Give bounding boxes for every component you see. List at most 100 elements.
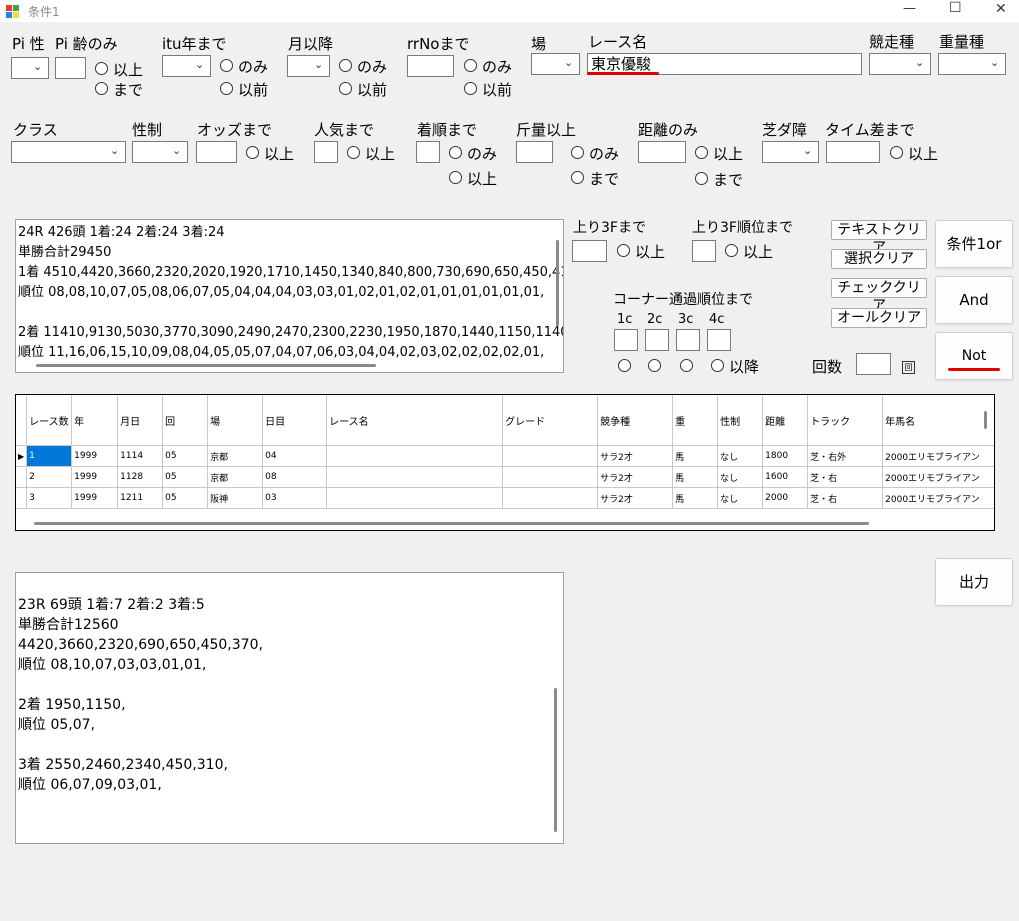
corner3-radio[interactable] [680,358,698,376]
dist-until-radio[interactable]: まで [695,171,743,189]
horizontal-scrollbar[interactable] [36,364,376,367]
column-header[interactable]: 競争種 [597,395,674,446]
itu-year-select[interactable]: ⌄ [162,55,211,77]
count-checkbox[interactable]: 回 [902,361,915,374]
table-cell[interactable]: 京都 [207,466,264,488]
all-clear-button[interactable]: オールクリア [831,308,927,328]
maximize-icon[interactable]: ☐ [949,0,962,16]
close-icon[interactable]: ✕ [995,1,1007,17]
table-cell[interactable]: 京都 [207,445,264,467]
turf-dirt-select[interactable]: ⌄ [762,141,819,163]
dist-above-radio[interactable]: 以上 [695,145,743,163]
row-header[interactable] [16,487,28,509]
table-cell[interactable]: なし [717,487,764,509]
table-cell[interactable]: 1999 [71,487,119,509]
corner-after-radio[interactable]: 以降 [711,358,759,376]
column-header[interactable]: グレード [502,395,599,446]
year-before-radio[interactable]: 以前 [220,81,268,99]
table-cell[interactable]: 3 [26,487,73,509]
table-row[interactable]: 2 1999 1128 05 京都 08 サラ2才馬なし 1600 芝・右 2000エリモブライア… [16,466,994,488]
pop-input[interactable] [314,141,338,163]
table-cell[interactable] [502,466,599,488]
table-cell[interactable]: 馬 [672,445,719,467]
finish-above-radio[interactable]: 以上 [449,170,497,188]
place-select[interactable]: ⌄ [531,53,580,75]
agari3f-input[interactable] [572,240,607,262]
table-cell[interactable] [326,487,504,509]
column-header[interactable]: 場 [207,395,264,446]
and-button[interactable]: And [935,276,1013,324]
table-cell[interactable] [326,466,504,488]
table-cell[interactable]: 1 [26,445,73,467]
class-select[interactable]: ⌄ [11,141,126,163]
month-after-select[interactable]: ⌄ [287,55,330,77]
table-cell[interactable]: 05 [162,445,209,467]
column-header[interactable]: トラック [807,395,884,446]
odds-input[interactable] [196,141,237,163]
table-cell[interactable]: 05 [162,487,209,509]
agari3f-rank-above-radio[interactable]: 以上 [725,243,773,261]
rr-only-radio[interactable]: のみ [464,58,512,76]
agari3f-above-radio[interactable]: 以上 [617,243,665,261]
table-cell[interactable]: なし [717,445,764,467]
month-only-radio[interactable]: のみ [339,58,387,76]
table-cell[interactable]: 1800 [762,445,809,467]
agari3f-rank-input[interactable] [692,240,716,262]
table-cell[interactable]: 2000エリモブライアン [882,466,994,488]
odds-above-radio[interactable]: 以上 [246,145,294,163]
table-cell[interactable]: サラ2才 [597,445,674,467]
weight-type-select[interactable]: ⌄ [938,53,1006,75]
table-cell[interactable]: 2000エリモブライアン [882,487,994,509]
table-cell[interactable] [502,487,599,509]
table-row[interactable]: ▶ 1 1999 1114 05 京都 04 サラ2才馬なし 1800 芝・右外 2000エリモブラ… [16,445,994,467]
column-header[interactable]: 回 [162,395,209,446]
table-cell[interactable]: 04 [262,445,328,467]
pi-age-input[interactable] [55,57,86,79]
weight-input[interactable] [516,141,553,163]
corner1-input[interactable] [614,329,638,351]
weight-until-radio[interactable]: まで [571,170,619,188]
column-header[interactable]: 日目 [262,395,328,446]
table-cell[interactable]: 1128 [117,466,164,488]
corner4-input[interactable] [707,329,731,351]
table-cell[interactable]: なし [717,466,764,488]
select-clear-button[interactable]: 選択クリア [831,249,927,269]
weight-only-radio[interactable]: のみ [571,145,619,163]
table-cell[interactable]: 阪神 [207,487,264,509]
month-before-radio[interactable]: 以前 [339,81,387,99]
count-input[interactable] [856,353,891,375]
column-header[interactable]: 性制 [717,395,764,446]
table-cell[interactable]: 芝・右 [807,487,884,509]
table-cell[interactable]: 2000 [762,487,809,509]
distance-input[interactable] [638,141,686,163]
time-above-radio[interactable]: 以上 [890,145,938,163]
corner3-input[interactable] [676,329,700,351]
sex-rule-select[interactable]: ⌄ [132,141,188,163]
pop-above-radio[interactable]: 以上 [347,145,395,163]
column-header[interactable]: レース数 [26,395,73,446]
column-header[interactable]: 重 [672,395,719,446]
column-header[interactable]: 月日 [117,395,164,446]
output-button[interactable]: 出力 [935,558,1013,606]
finish-only-radio[interactable]: のみ [449,145,497,163]
time-diff-input[interactable] [826,141,880,163]
table-cell[interactable]: 芝・右外 [807,445,884,467]
pi-sex-select[interactable]: ⌄ [11,57,49,79]
table-cell[interactable]: 08 [262,466,328,488]
table-cell[interactable]: 1211 [117,487,164,509]
table-cell[interactable]: 03 [262,487,328,509]
result-textbox-1[interactable]: 24R 426頭 1着:24 2着:24 3着:24 単勝合計29450 1着 45… [15,219,564,373]
age-above-radio[interactable]: 以上 [95,61,143,79]
text-clear-button[interactable]: テキストクリア [831,220,927,256]
table-cell[interactable]: サラ2才 [597,466,674,488]
vertical-scrollbar[interactable] [554,688,557,832]
table-cell[interactable]: 1114 [117,445,164,467]
minimize-icon[interactable]: — [903,1,916,16]
table-cell[interactable]: 芝・右 [807,466,884,488]
table-cell[interactable] [326,445,504,467]
year-only-radio[interactable]: のみ [220,58,268,76]
corner1-radio[interactable] [618,358,636,376]
row-header[interactable]: ▶ [16,445,28,467]
table-cell[interactable]: 2 [26,466,73,488]
grid-horizontal-scrollbar[interactable] [34,522,869,525]
